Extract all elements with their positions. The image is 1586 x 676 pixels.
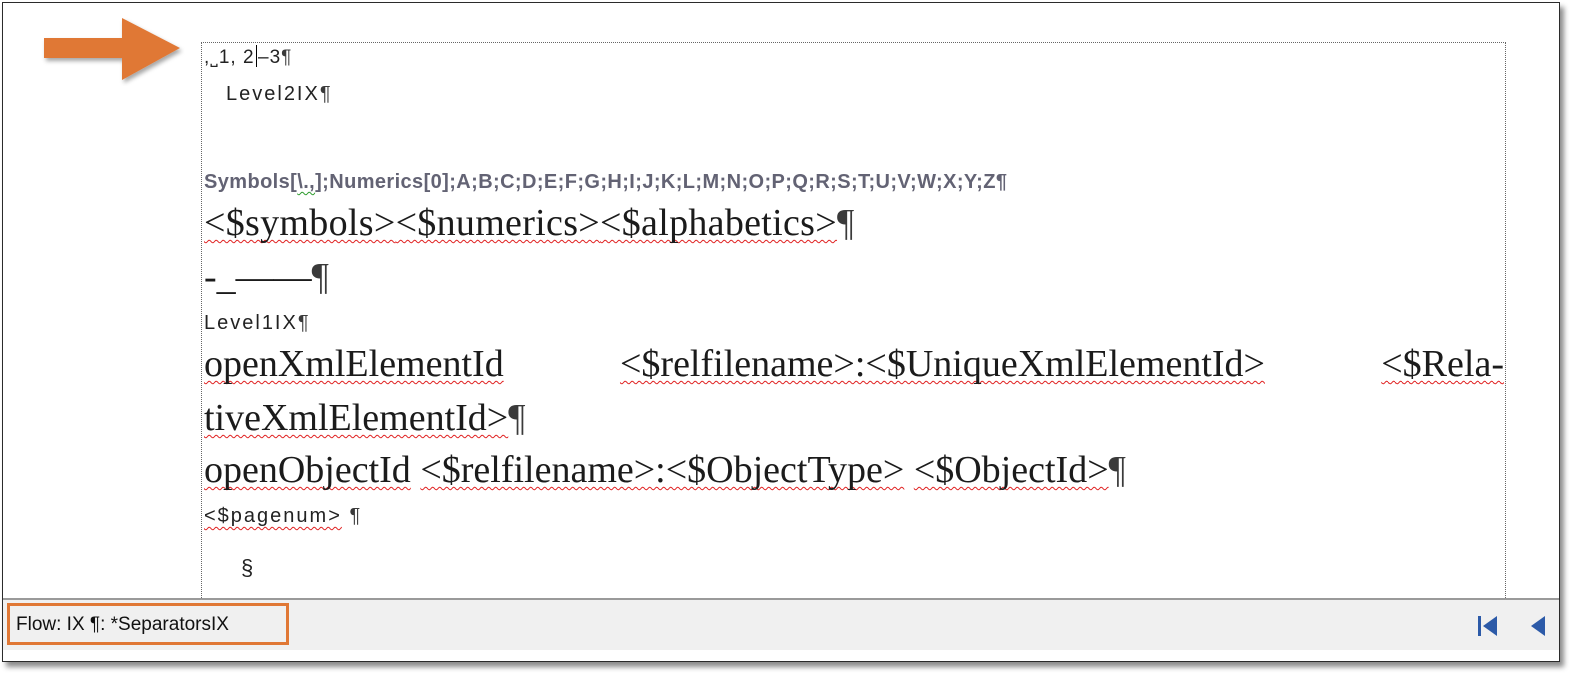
line-number-value: ,˽1, 2 xyxy=(204,47,255,68)
arrow-annotation-icon xyxy=(44,18,180,80)
pilcrow-mark: ¶ xyxy=(297,312,311,334)
text-caret xyxy=(255,45,258,67)
xml-element-line[interactable]: openXmlElementId <$relfilename>:<$Unique… xyxy=(204,342,1504,386)
pilcrow-mark: ¶ xyxy=(837,202,855,244)
section-mark: § xyxy=(241,555,254,580)
status-bar: Flow: IX ¶: *SeparatorsIX xyxy=(3,598,1559,650)
open-object-id: openObjectId xyxy=(204,449,411,491)
pagenum-placeholder: <$pagenum> xyxy=(204,505,342,527)
group-placeholders-line[interactable]: <$symbols><$numerics><$alphabetics>¶ xyxy=(204,201,855,245)
symbols-suffix: ];Numerics[0];A;B;C;D;E;F;G;H;I;J;K;L;M;… xyxy=(315,171,996,193)
pilcrow-mark: ¶ xyxy=(349,505,363,527)
line-number-range: –3 xyxy=(258,47,282,68)
object-id-line[interactable]: openObjectId <$relfilename>:<$ObjectType… xyxy=(204,448,1126,492)
separator-text: -_—— xyxy=(204,256,312,298)
open-xml-element-id: openXmlElementId xyxy=(204,343,504,385)
editor-area[interactable]: ,˽1, 2 –3¶ Level2IX¶ Symbols[\.,];Numeric… xyxy=(3,3,1559,622)
line-number-text[interactable]: ,˽1, 2 –3¶ xyxy=(204,45,292,69)
level1-line[interactable]: Level1IX¶ xyxy=(204,312,311,335)
document-window: ,˽1, 2 –3¶ Level2IX¶ Symbols[\.,];Numeric… xyxy=(2,2,1560,662)
first-page-icon[interactable] xyxy=(1475,614,1501,638)
alphabetics-placeholder: <$alphabetics> xyxy=(600,202,838,244)
pilcrow-mark: ¶ xyxy=(319,83,333,105)
relfilename-object-type: <$relfilename>:<$ObjectType> xyxy=(420,449,905,491)
previous-page-icon[interactable] xyxy=(1529,614,1547,638)
pilcrow-mark: ¶ xyxy=(1108,449,1126,491)
pagenum-line[interactable]: <$pagenum> ¶ xyxy=(204,505,362,528)
text-frame xyxy=(201,42,1506,622)
symbols-prefix: Symbols[ xyxy=(204,171,298,193)
relfilename-unique-id: <$relfilename>:<$UniqueXmlElementId> xyxy=(619,343,1265,385)
pilcrow-mark: ¶ xyxy=(508,397,526,439)
pilcrow-mark: ¶ xyxy=(311,256,329,298)
pilcrow-mark: ¶ xyxy=(281,47,293,68)
level2-text: Level2IX xyxy=(226,83,320,105)
separator-line[interactable]: -_——¶ xyxy=(204,255,329,299)
level2-line[interactable]: Level2IX¶ xyxy=(226,83,333,106)
pilcrow-mark: ¶ xyxy=(995,171,1008,193)
symbols-placeholder: <$symbols> xyxy=(204,202,396,244)
relative-id-end: tiveXmlElementId> xyxy=(204,397,509,439)
level1-text: Level1IX xyxy=(204,312,298,334)
flow-status-text: Flow: IX ¶: *SeparatorsIX xyxy=(7,603,289,645)
symbols-definition-line[interactable]: Symbols[\.,];Numerics[0];A;B;C;D;E;F;G;H… xyxy=(204,171,1007,194)
symbols-chars: \., xyxy=(297,171,316,193)
relative-id-start: <$Rela- xyxy=(1381,343,1504,385)
xml-element-line-continued[interactable]: tiveXmlElementId>¶ xyxy=(204,396,525,440)
object-id-placeholder: <$ObjectId> xyxy=(913,449,1109,491)
numerics-placeholder: <$numerics> xyxy=(395,202,601,244)
